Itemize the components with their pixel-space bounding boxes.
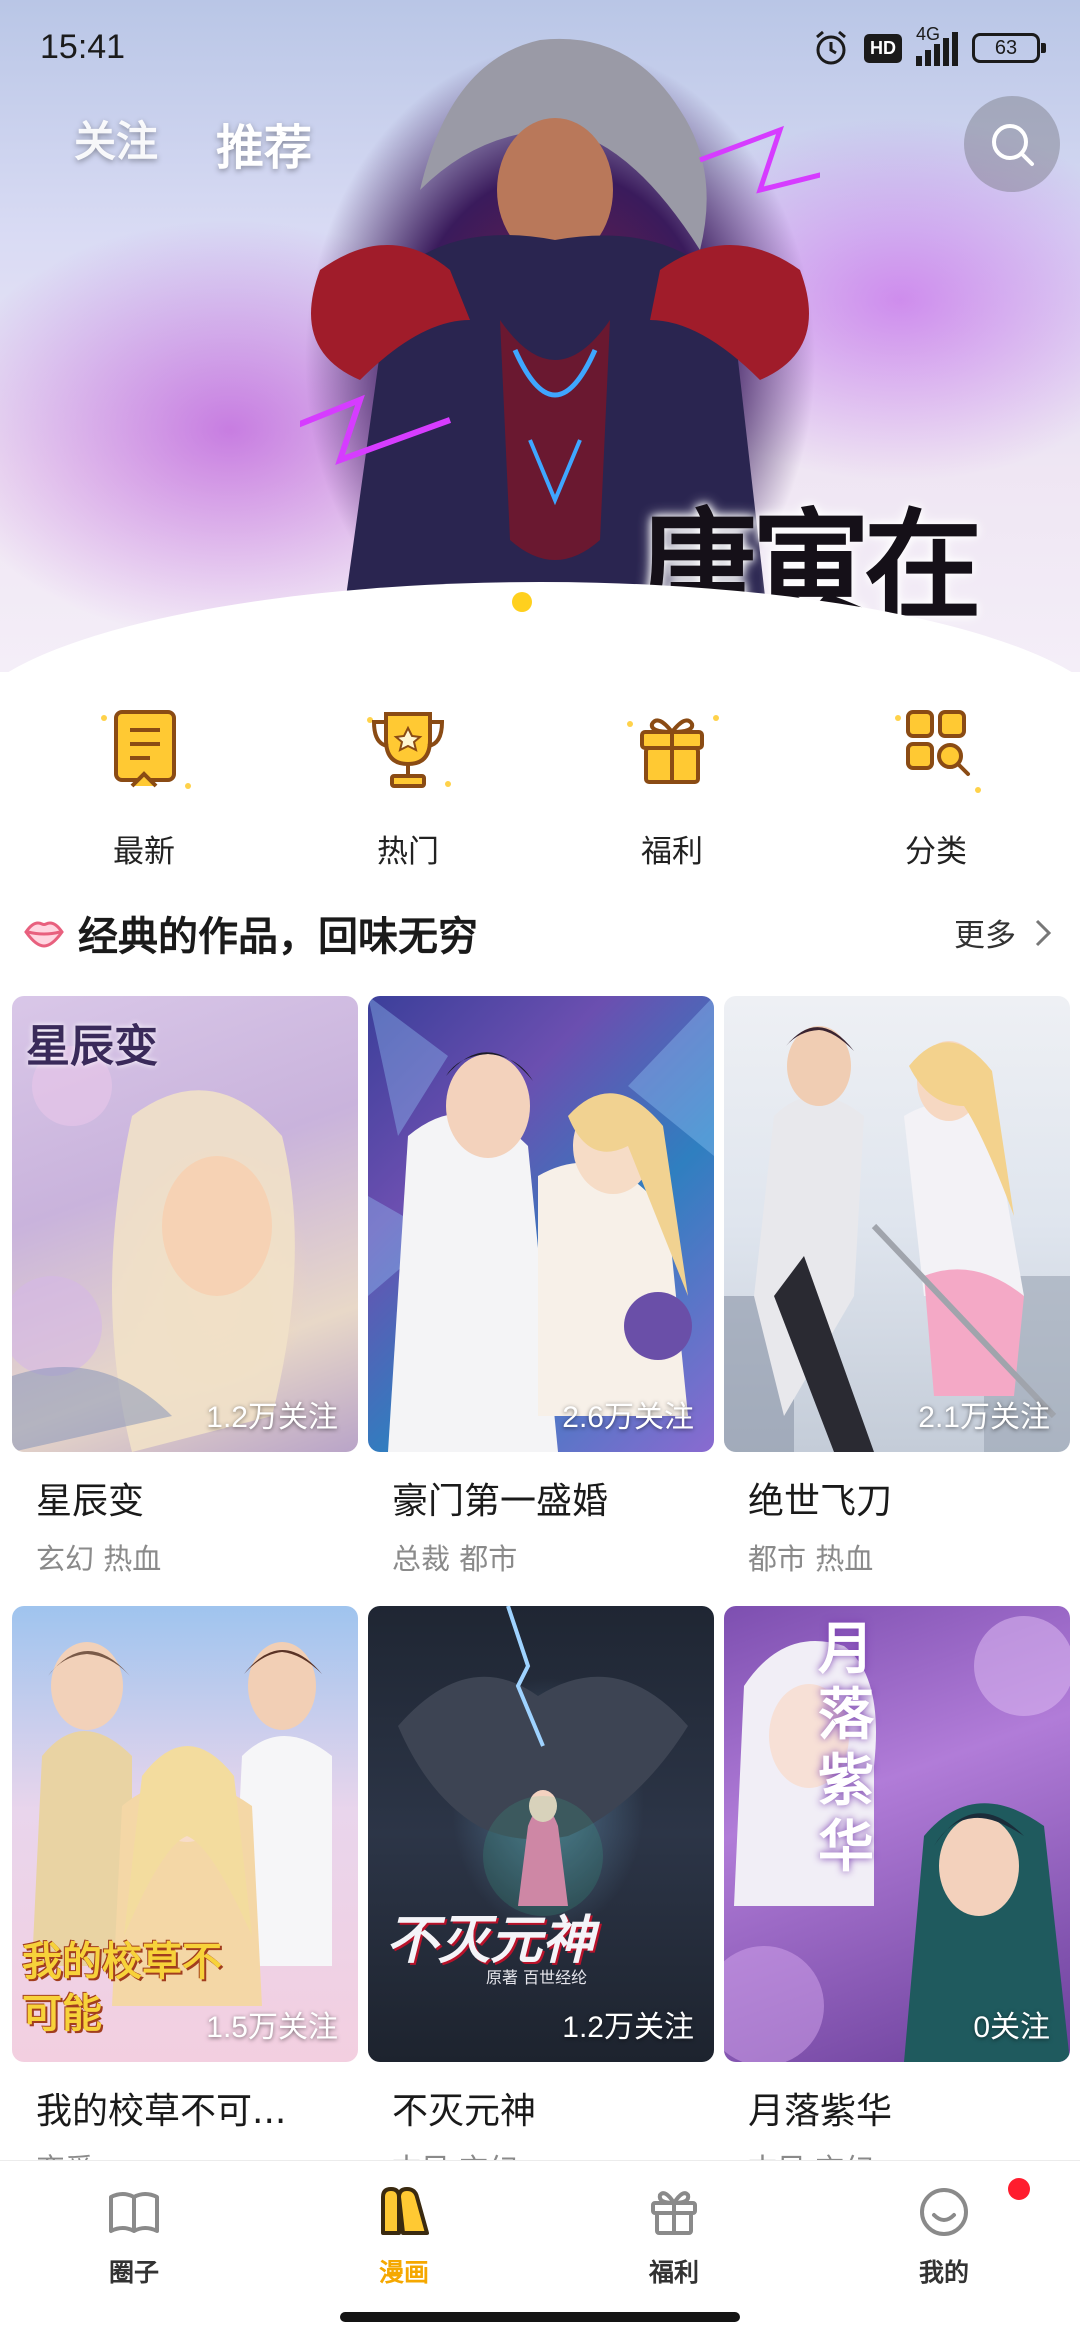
nav-label: 福利: [648, 2258, 699, 2287]
nav-item-circle[interactable]: 圈子: [34, 2183, 234, 2289]
comic-tags: 都市 热血: [748, 1542, 874, 1576]
comic-card[interactable]: 2.1万关注 绝世飞刀 都市 热血: [724, 996, 1070, 1578]
network-type-label: 4G: [916, 24, 941, 44]
comic-card[interactable]: 我的校草不可能 1.5万关注 我的校草不可... 恋爱: [12, 1606, 358, 2188]
alarm-icon: [816, 30, 846, 65]
more-link[interactable]: 更多: [954, 910, 1052, 955]
tab-recommend[interactable]: 推荐: [216, 108, 312, 178]
comic-icon: [381, 2187, 429, 2235]
comic-tags: 玄幻 热血: [36, 1542, 162, 1576]
comic-cover[interactable]: 2.6万关注: [368, 996, 714, 1452]
tab-follow[interactable]: 关注: [74, 108, 158, 178]
quick-entry-label: 福利: [641, 834, 703, 870]
follow-count: 2.6万关注: [562, 1401, 694, 1434]
notification-badge: [1008, 2178, 1030, 2200]
follow-count: 0关注: [973, 2011, 1050, 2044]
top-tabs: 关注 推荐: [74, 108, 312, 178]
follow-count: 2.1万关注: [918, 1401, 1050, 1434]
pagination-dot: [542, 592, 562, 612]
status-bar: 15:41 HD 4G 63: [0, 0, 1080, 96]
comic-card[interactable]: 月落紫华 0关注 月落紫华 古风 玄幻: [724, 1606, 1070, 2188]
category-icon: [895, 710, 981, 793]
hero-banner[interactable]: 唐寅在异界: [0, 0, 1080, 672]
section-header: 经典的作品，回味无穷 更多: [0, 896, 1080, 970]
status-icons: HD 4G 63: [812, 24, 1046, 68]
comic-title: 星辰变: [36, 1481, 145, 1522]
gift-icon: [651, 2191, 697, 2235]
battery-icon: 63: [972, 33, 1046, 63]
nav-item-comic[interactable]: 漫画: [304, 2183, 504, 2289]
hd-icon: HD: [864, 33, 902, 63]
signal-icon: 4G: [916, 24, 958, 66]
comic-card[interactable]: 不灭元神 原著 百世经纶 1.2万关注 不灭元神 古风 玄幻: [368, 1606, 714, 2188]
quick-entry-latest[interactable]: 最新: [44, 700, 244, 871]
more-label: 更多: [954, 918, 1016, 954]
comic-cover[interactable]: 我的校草不可能 1.5万关注: [12, 1606, 358, 2062]
comic-title: 我的校草不可...: [36, 2091, 287, 2132]
banner-pagination: [512, 592, 562, 612]
book-icon: [101, 710, 191, 789]
trophy-icon: [367, 712, 451, 788]
section-title: 经典的作品，回味无穷: [78, 914, 478, 960]
open-book-icon: [109, 2192, 159, 2233]
battery-level: 63: [994, 36, 1018, 59]
quick-entry-welfare[interactable]: 福利: [572, 700, 772, 871]
comic-title: 豪门第一盛婚: [392, 1481, 609, 1522]
cover-title-art: 星辰变: [26, 1021, 158, 1072]
comic-cover[interactable]: 2.1万关注: [724, 996, 1070, 1452]
cover-title-art: 月落紫华: [818, 1616, 874, 1880]
comic-title: 绝世飞刀: [748, 1481, 893, 1522]
cover-art: [398, 1606, 688, 1916]
comic-cover[interactable]: 星辰变 1.2万关注: [12, 996, 358, 1452]
search-icon: [992, 124, 1034, 166]
cover-subtitle: 原著 百世经纶: [486, 1968, 588, 1987]
cover-art: [724, 1616, 1070, 2062]
quick-entry-label: 最新: [113, 834, 175, 870]
comic-tags: 总裁 都市: [392, 1542, 518, 1576]
status-time: 15:41: [40, 28, 126, 66]
cover-title-art: 不灭元神: [386, 1910, 595, 1971]
comic-card[interactable]: 2.6万关注 豪门第一盛婚 总裁 都市: [368, 996, 714, 1578]
quick-entry-label: 热门: [377, 834, 439, 870]
nav-label: 我的: [918, 2258, 969, 2287]
lips-icon: [24, 921, 64, 948]
quick-entry-hot[interactable]: 热门: [308, 700, 508, 871]
nav-label: 漫画: [378, 2258, 429, 2287]
nav-item-welfare[interactable]: 福利: [574, 2183, 774, 2289]
comic-cover[interactable]: 月落紫华 0关注: [724, 1606, 1070, 2062]
search-button[interactable]: [964, 96, 1060, 192]
pagination-dot-active: [512, 592, 532, 612]
comic-title: 不灭元神: [392, 2091, 537, 2132]
follow-count: 1.2万关注: [206, 1401, 338, 1434]
follow-count: 1.2万关注: [562, 2011, 694, 2044]
cover-art: [368, 996, 714, 1452]
home-indicator[interactable]: [340, 2312, 740, 2322]
quick-entry-category[interactable]: 分类: [836, 700, 1036, 871]
comic-card[interactable]: 星辰变 1.2万关注 星辰变 玄幻 热血: [12, 996, 358, 1578]
nav-label: 圈子: [108, 2258, 159, 2287]
comic-title: 月落紫华: [748, 2091, 893, 2132]
gift-icon: [627, 715, 719, 784]
quick-entry-label: 分类: [905, 834, 967, 870]
cover-art: [724, 1026, 1070, 1452]
comic-cover[interactable]: 不灭元神 原著 百世经纶 1.2万关注: [368, 1606, 714, 2062]
smile-icon: [920, 2188, 968, 2236]
follow-count: 1.5万关注: [206, 2011, 338, 2044]
quick-entries: 最新 热门 福利 分类: [0, 700, 1080, 880]
chevron-right-icon: [1035, 919, 1052, 946]
